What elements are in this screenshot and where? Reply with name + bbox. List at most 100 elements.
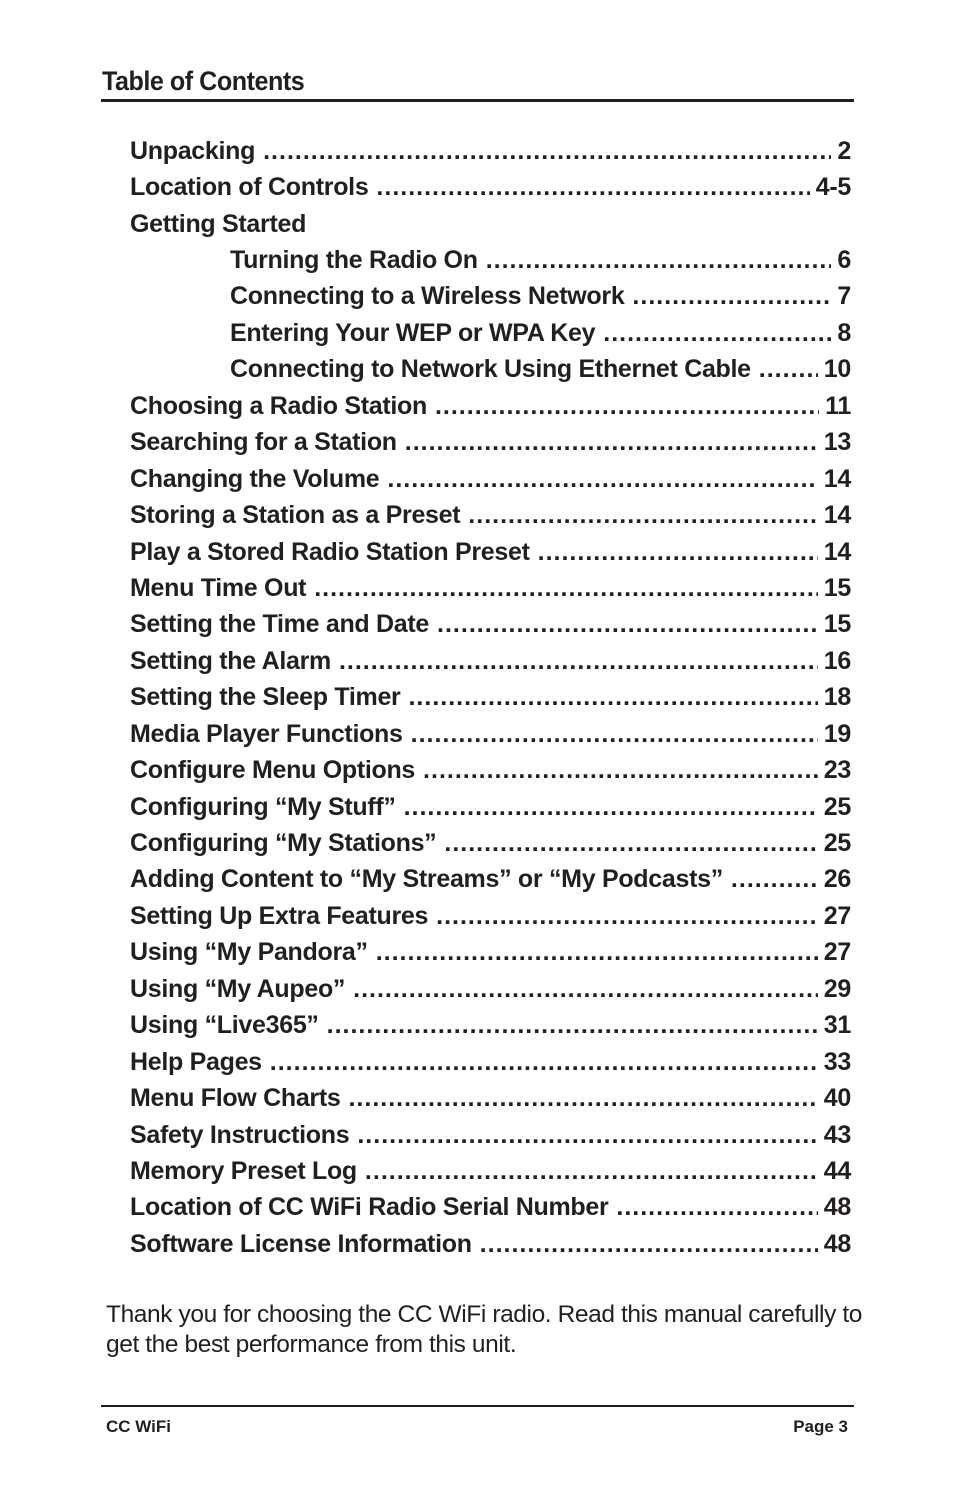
toc-entry-page-number: 2 [837, 136, 851, 165]
toc-entry-page-number: 14 [823, 464, 852, 493]
dot-leader [314, 574, 818, 603]
toc-entry-title: Connecting to a Wireless Network [230, 282, 625, 311]
toc-entry-title: Turning the Radio On [230, 246, 478, 275]
toc-entry-page-number: 27 [823, 938, 852, 967]
toc-entry-page-number: 44 [823, 1156, 852, 1185]
toc-entry[interactable]: Searching for a Station 13 [130, 425, 851, 461]
toc-entry-title: Using “My Pandora” [130, 938, 368, 967]
toc-entry-page-number: 31 [823, 1011, 852, 1040]
dot-leader [468, 501, 817, 530]
toc-entry[interactable]: Adding Content to “My Streams” or “My Po… [130, 862, 851, 898]
dot-leader [404, 793, 818, 822]
toc-entry[interactable]: Setting the Sleep Timer 18 [130, 680, 851, 716]
toc-entry-page-number: 23 [823, 756, 852, 785]
toc-entry[interactable]: Safety Instructions 43 [130, 1117, 851, 1153]
toc-entry[interactable]: Choosing a Radio Station 11 [130, 388, 851, 424]
dot-leader [376, 938, 818, 967]
toc-entry[interactable]: Turning the Radio On 6 [130, 242, 851, 278]
toc-entry-page-number: 25 [823, 829, 852, 858]
footer-divider [101, 1405, 854, 1407]
dot-leader [348, 1084, 817, 1113]
dot-leader [632, 282, 831, 311]
toc-entry-page-number: 11 [825, 391, 851, 420]
dot-leader [603, 319, 831, 348]
dot-leader [365, 1157, 818, 1186]
toc-entry-page-number: 18 [823, 683, 852, 712]
toc-entry[interactable]: Storing a Station as a Preset 14 [130, 497, 851, 533]
toc-entry-page-number: 13 [823, 428, 852, 457]
toc-entry[interactable]: Unpacking 2 [130, 133, 851, 169]
dot-leader [423, 756, 818, 785]
page-title: Table of Contents [102, 66, 305, 96]
toc-entry[interactable]: Location of Controls 4-5 [130, 169, 851, 205]
toc-entry-title: Adding Content to “My Streams” or “My Po… [130, 865, 723, 894]
toc-entry-title: Play a Stored Radio Station Preset [130, 537, 530, 566]
dot-leader [480, 1230, 818, 1259]
dot-leader [376, 173, 809, 202]
toc-entry-page-number: 26 [823, 865, 852, 894]
toc-entry-title: Media Player Functions [130, 719, 403, 748]
toc-entry[interactable]: Connecting to a Wireless Network 7 [130, 279, 851, 315]
toc-entry-title: Memory Preset Log [130, 1156, 357, 1185]
toc-entry[interactable]: Using “My Pandora” 27 [130, 935, 851, 971]
toc-entry-page-number: 4-5 [815, 173, 852, 202]
toc-entry[interactable]: Configuring “My Stuff” 25 [130, 789, 851, 825]
toc-entry[interactable]: Setting the Time and Date 15 [130, 607, 851, 643]
toc-entry[interactable]: Help Pages 33 [130, 1044, 851, 1080]
toc-entry-title: Using “Live365” [130, 1011, 319, 1040]
toc-entry[interactable]: Play a Stored Radio Station Preset 14 [130, 534, 851, 570]
toc-entry-page-number: 8 [837, 318, 851, 347]
toc-entry[interactable]: Menu Time Out 15 [130, 570, 851, 606]
toc-entry-page-number: 29 [823, 974, 852, 1003]
toc-entry[interactable]: Setting Up Extra Features 27 [130, 898, 851, 934]
toc-entry-title: Configuring “My Stuff” [130, 792, 396, 821]
toc-entry[interactable]: Using “My Aupeo” 29 [130, 971, 851, 1007]
toc-entry[interactable]: Connecting to Network Using Ethernet Cab… [130, 352, 851, 388]
toc-entry[interactable]: Menu Flow Charts 40 [130, 1080, 851, 1116]
toc-entry-title: Storing a Station as a Preset [130, 501, 461, 530]
toc-entry-title: Configure Menu Options [130, 756, 416, 785]
dot-leader [263, 137, 831, 166]
toc-entry-title: Changing the Volume [130, 464, 380, 493]
toc-entry[interactable]: Media Player Functions 19 [130, 716, 851, 752]
toc-entry[interactable]: Location of CC WiFi Radio Serial Number 4… [130, 1190, 851, 1226]
dot-leader [435, 392, 819, 421]
toc-entry-page-number: 25 [823, 792, 852, 821]
toc-entry[interactable]: Changing the Volume 14 [130, 461, 851, 497]
toc-entry-page-number: 6 [837, 246, 851, 275]
toc-entry-page-number: 15 [823, 573, 852, 602]
toc-entry-title: Setting the Sleep Timer [130, 683, 401, 712]
toc-entry[interactable]: Configure Menu Options 23 [130, 752, 851, 788]
toc-entry-page-number: 48 [823, 1193, 852, 1222]
toc-entry-title: Using “My Aupeo” [130, 974, 346, 1003]
toc-entry-title: Software License Information [130, 1229, 472, 1258]
dot-leader [437, 610, 818, 639]
toc-entry[interactable]: Entering Your WEP or WPA Key 8 [130, 315, 851, 351]
toc-entry-page-number: 43 [823, 1120, 852, 1149]
toc-entry-title: Searching for a Station [130, 428, 397, 457]
toc-entry[interactable]: Configuring “My Stations” 25 [130, 825, 851, 861]
table-of-contents: Unpacking 2 Location of Controls 4-5 Getting… [130, 133, 851, 1263]
dot-leader [731, 865, 818, 894]
dot-leader [444, 829, 817, 858]
toc-entry-page-number: 14 [823, 501, 852, 530]
toc-section-heading: Getting Started [130, 206, 851, 242]
dot-leader [339, 647, 818, 676]
toc-entry-title: Menu Flow Charts [130, 1084, 341, 1113]
toc-entry[interactable]: Memory Preset Log 44 [130, 1153, 851, 1189]
toc-entry-page-number: 10 [823, 355, 852, 384]
toc-entry-title: Location of CC WiFi Radio Serial Number [130, 1193, 609, 1222]
toc-entry-title: Choosing a Radio Station [130, 391, 427, 420]
footer-product-name: CC WiFi [106, 1417, 172, 1436]
toc-entry-page-number: 14 [823, 537, 852, 566]
dot-leader [327, 1011, 818, 1040]
dot-leader [486, 246, 832, 275]
toc-entry-title: Setting the Alarm [130, 646, 331, 675]
toc-entry-page-number: 7 [837, 282, 851, 311]
toc-entry[interactable]: Setting the Alarm 16 [130, 643, 851, 679]
toc-entry-title: Unpacking [130, 136, 256, 165]
toc-entry-title: Getting Started [130, 209, 307, 238]
toc-entry[interactable]: Using “Live365” 31 [130, 1008, 851, 1044]
toc-entry[interactable]: Software License Information 48 [130, 1226, 851, 1262]
dot-leader [270, 1048, 818, 1077]
